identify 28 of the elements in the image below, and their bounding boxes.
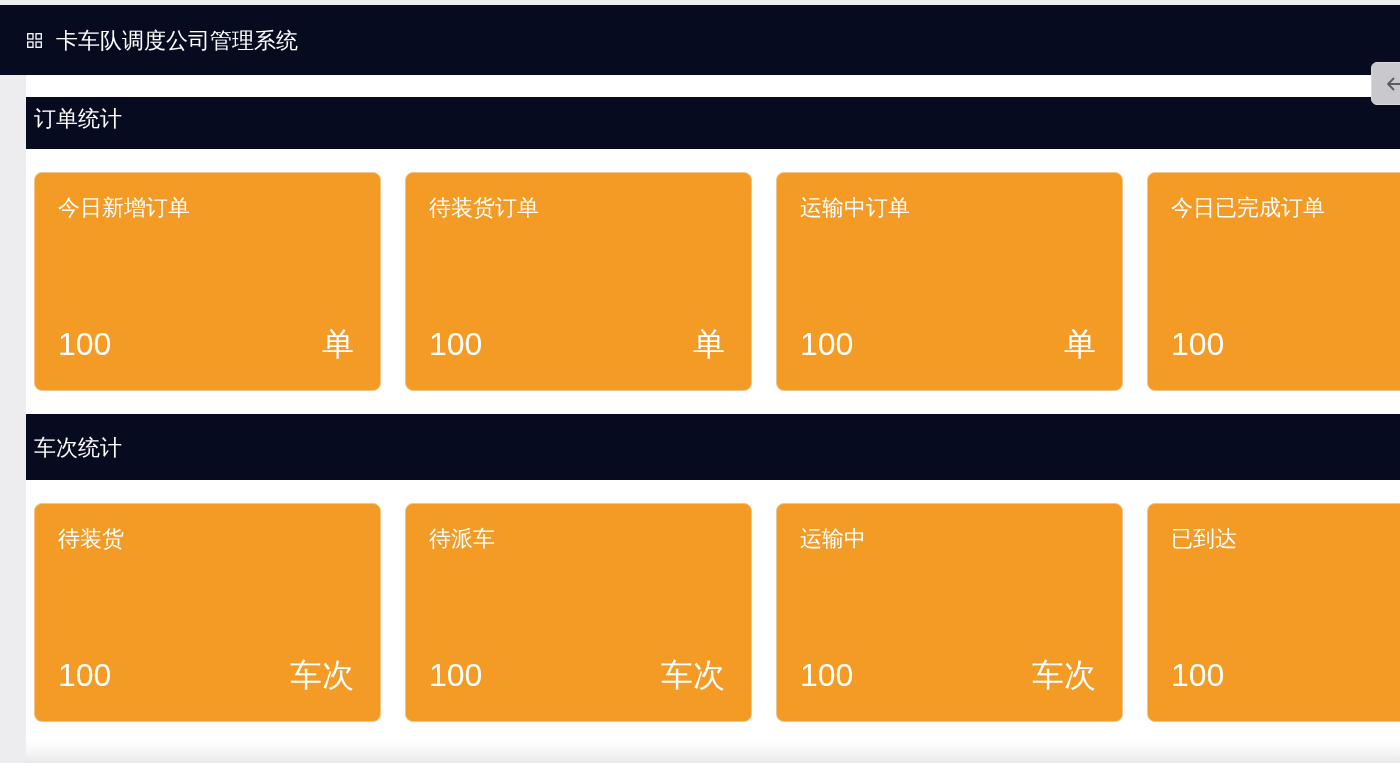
card-unit: 单 — [322, 324, 354, 364]
back-button[interactable] — [1371, 62, 1400, 105]
card-value: 100 — [58, 325, 112, 364]
card-unit: 车次 — [290, 655, 354, 695]
card-value: 100 — [1171, 325, 1225, 364]
app-title: 卡车队调度公司管理系统 — [56, 26, 298, 55]
section-header: 车次统计 — [26, 414, 1400, 480]
card-label: 今日新增订单 — [58, 195, 190, 221]
card-unit: 单 — [693, 324, 725, 364]
card-value: 100 — [1171, 656, 1225, 695]
card-unit: 车次 — [1032, 655, 1096, 695]
card-value: 100 — [429, 656, 483, 695]
card-label: 运输中 — [800, 526, 866, 552]
card-value: 100 — [58, 656, 112, 695]
card-value: 100 — [800, 656, 854, 695]
section-header: 订单统计 — [26, 97, 1400, 149]
card-label: 已到达 — [1171, 526, 1237, 552]
card-label: 今日已完成订单 — [1171, 195, 1325, 221]
card-label: 待装货订单 — [429, 195, 539, 221]
card-value: 100 — [800, 325, 854, 364]
card-value: 100 — [429, 325, 483, 364]
card-unit: 车次 — [661, 655, 725, 695]
grid-menu-icon[interactable] — [27, 32, 42, 48]
card-label: 待派车 — [429, 526, 495, 552]
card-unit: 单 — [1064, 324, 1096, 364]
card-label: 待装货 — [58, 526, 124, 552]
card-label: 运输中订单 — [800, 195, 910, 221]
left-arrow-icon — [1386, 76, 1400, 91]
